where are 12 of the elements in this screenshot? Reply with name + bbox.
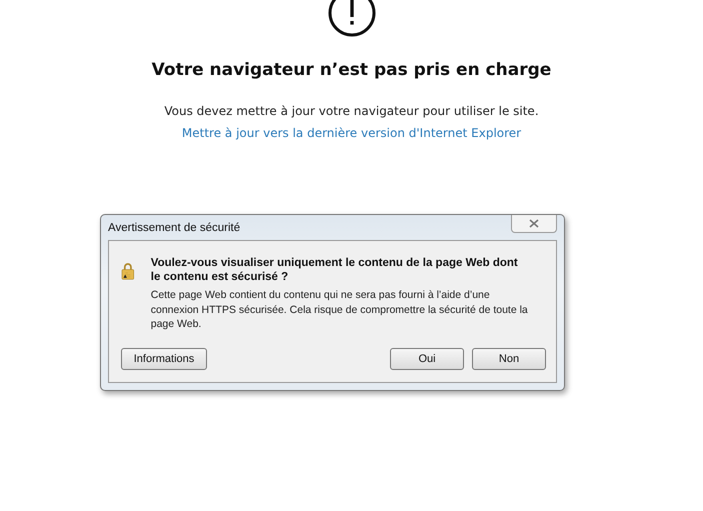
dialog-details: Cette page Web contient du contenu qui ne sera pas fourni à l’aide d’une connexion HTTPS sécurisée. Cela risque de compromettre la sécurité de toute la page Web. — [150, 288, 529, 332]
dialog-title: Avertissement de sécurité — [108, 221, 240, 236]
update-link[interactable]: Mettre à jour vers la dernière version d'Internet Explorer — [182, 126, 522, 140]
dialog-button[interactable]: Oui — [390, 348, 464, 370]
page-heading: Votre navigateur n’est pas pris en charge — [150, 60, 552, 80]
dialog-button[interactable]: Non — [472, 348, 546, 370]
update-message: Vous devez mettre à jour votre navigateur pour utiliser le site. — [163, 103, 540, 120]
close-icon — [529, 219, 539, 228]
dialog-button[interactable]: Informations — [121, 348, 207, 370]
dialog-question: Voulez-vous visualiser uniquement le contenu de la page Web dont le contenu est sécurisé ? — [150, 257, 519, 284]
warning-icon — [326, 0, 376, 38]
close-button[interactable] — [511, 215, 557, 234]
